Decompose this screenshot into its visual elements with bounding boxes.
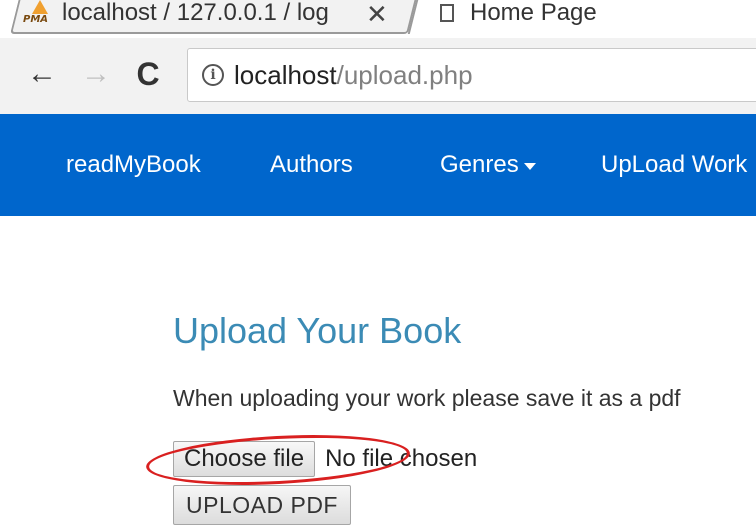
info-icon[interactable]: i — [202, 64, 224, 86]
page-icon — [440, 4, 454, 22]
choose-file-button[interactable]: Choose file — [173, 441, 316, 477]
nav-brand[interactable]: readMyBook — [66, 114, 201, 216]
arrow-right-icon[interactable]: → — [76, 54, 116, 94]
url-host: localhost — [234, 59, 337, 90]
tab-home-page[interactable]: Home Page — [440, 0, 597, 32]
phpmyadmin-icon: PMA — [22, 0, 52, 26]
url-path: /upload.php — [336, 59, 473, 90]
tab-phpmyadmin[interactable]: PMA localhost / 127.0.0.1 / log ✕ — [22, 0, 388, 32]
browser-tabstrip: PMA localhost / 127.0.0.1 / log ✕ Home P… — [0, 0, 756, 38]
page-title: Upload Your Book — [173, 310, 462, 351]
page-description: When uploading your work please save it … — [173, 385, 681, 411]
nav-item-upload-work[interactable]: UpLoad Work — [601, 114, 747, 216]
reload-icon[interactable]: C — [128, 54, 168, 94]
site-navbar: readMyBook Authors Genres UpLoad Work — [0, 114, 756, 216]
tab-title: Home Page — [470, 0, 597, 26]
upload-pdf-button[interactable]: UPLOAD PDF — [173, 485, 351, 525]
address-bar[interactable]: i localhost/upload.php — [187, 48, 756, 102]
tab-title: localhost / 127.0.0.1 / log — [62, 0, 329, 26]
url-text[interactable]: localhost/upload.php — [234, 60, 473, 91]
nav-item-label: Genres — [440, 151, 519, 178]
browser-toolbar: ← → C i localhost/upload.php — [0, 38, 756, 115]
file-status: No file chosen — [325, 445, 478, 472]
arrow-left-icon[interactable]: ← — [22, 54, 62, 94]
caret-down-icon — [523, 163, 536, 170]
nav-item-genres[interactable]: Genres — [440, 114, 536, 216]
nav-item-authors[interactable]: Authors — [270, 114, 353, 216]
file-input[interactable]: Choose file No file chosen — [173, 441, 477, 477]
close-icon[interactable]: ✕ — [366, 0, 388, 30]
